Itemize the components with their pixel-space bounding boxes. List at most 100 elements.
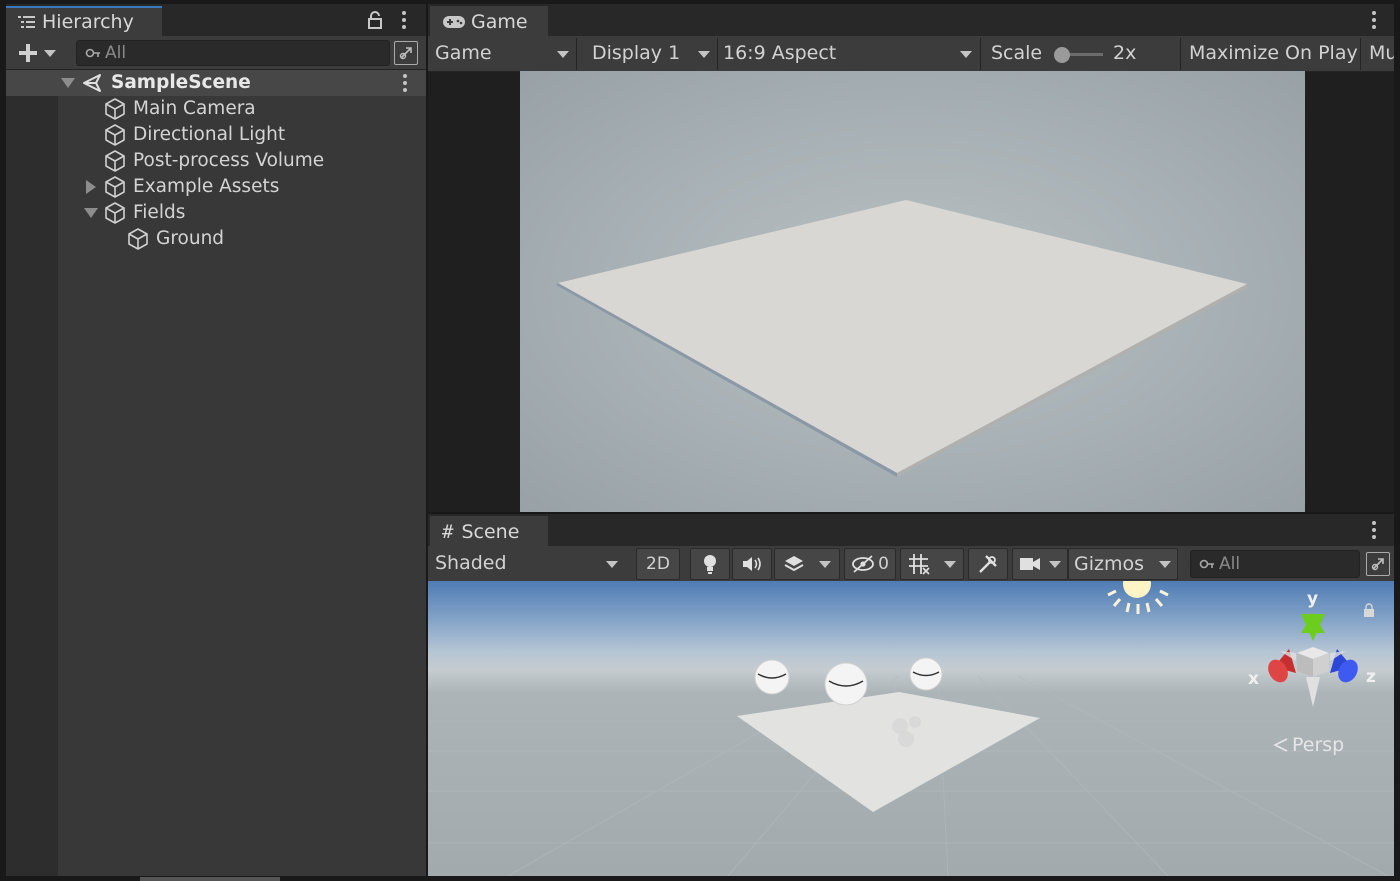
tools-button[interactable] [968, 548, 1008, 580]
hidden-objects-button[interactable]: 0 [844, 548, 896, 580]
list-item-label: Ground [156, 228, 225, 249]
tab-scene[interactable]: # Scene [430, 516, 548, 546]
divider [980, 38, 981, 70]
audio-toggle-button[interactable] [732, 548, 772, 580]
gameobject-cube-icon [105, 98, 125, 120]
video-camera-icon [1020, 558, 1040, 570]
lighting-toggle-button[interactable] [690, 548, 730, 580]
chevron-down-icon [1159, 561, 1171, 568]
divider [717, 38, 718, 70]
chevron-down-icon [606, 561, 618, 568]
list-item[interactable]: Fields [6, 200, 426, 226]
eye-slash-icon [852, 555, 874, 573]
scene-search-placeholder: All [1219, 554, 1241, 574]
game-panel: Game Game Display 1 16:9 Aspect Scale 2x… [428, 4, 1394, 512]
list-item[interactable]: Ground [6, 226, 426, 252]
list-item-label: Directional Light [133, 124, 286, 145]
search-icon [85, 48, 100, 58]
divider [576, 38, 577, 70]
scene-panel: # Scene Shaded 2D 0 Gizmos All y x z Per… [428, 514, 1394, 876]
scene-toolbar: Shaded 2D 0 Gizmos All [428, 546, 1394, 582]
aspect-dropdown[interactable]: 16:9 Aspect [723, 42, 836, 64]
list-item-label: Example Assets [133, 176, 280, 197]
hierarchy-toolbar: All [6, 36, 426, 70]
game-tabbar: Game [428, 4, 1394, 36]
scene-header-row[interactable]: SampleScene [6, 70, 426, 96]
bottom-scrollbar[interactable] [140, 877, 280, 881]
gizmos-label: Gizmos [1074, 553, 1145, 575]
scale-value: 2x [1113, 42, 1137, 64]
speaker-icon [743, 557, 761, 571]
camera-settings-button[interactable] [1012, 548, 1068, 580]
scene-tabbar: # Scene [428, 514, 1394, 546]
maximize-on-play-toggle[interactable]: Maximize On Play [1189, 42, 1358, 64]
scene-panel-menu-icon[interactable] [1364, 518, 1384, 542]
axis-label-y: y [1307, 589, 1319, 609]
collapse-arrow[interactable] [84, 208, 98, 218]
scene-view-drawing [428, 581, 1394, 876]
hierarchy-tab-label: Hierarchy [42, 11, 134, 33]
list-item-label: Fields [133, 202, 186, 223]
divider [1180, 38, 1181, 70]
hierarchy-panel: Hierarchy All SampleScene Main Camera Di… [6, 4, 426, 876]
toggle-2d-label: 2D [646, 554, 670, 574]
plus-icon [19, 44, 37, 62]
tools-icon [979, 555, 997, 573]
mute-audio-toggle[interactable]: Mu [1369, 42, 1394, 64]
hierarchy-search-input[interactable]: All [76, 40, 390, 66]
tab-game[interactable]: Game [430, 6, 548, 36]
tab-hierarchy[interactable]: Hierarchy [6, 6, 162, 36]
effects-toggle-button[interactable] [774, 548, 840, 580]
chevron-down-icon [819, 560, 831, 568]
scene-search-input[interactable]: All [1190, 550, 1360, 578]
chevron-down-icon [1049, 560, 1061, 568]
chevron-down-icon [44, 49, 56, 57]
grid-snap-button[interactable] [900, 548, 964, 580]
list-item[interactable]: Main Camera [6, 96, 426, 122]
shading-mode-dropdown[interactable]: Shaded [435, 552, 507, 574]
scene-expand-arrow[interactable] [61, 78, 75, 88]
list-item[interactable]: Directional Light [6, 122, 426, 148]
lightbulb-icon [704, 555, 716, 574]
divider [1360, 38, 1361, 70]
gameobject-cube-icon [128, 228, 148, 250]
search-options-icon [1371, 558, 1384, 571]
chevron-down-icon [557, 51, 569, 58]
game-menu-icon[interactable] [1364, 8, 1384, 32]
unity-scene-icon [83, 74, 101, 92]
gizmos-button[interactable]: Gizmos [1068, 548, 1178, 580]
scene-search-options-button[interactable] [1366, 552, 1390, 576]
search-icon [1199, 559, 1214, 569]
list-item[interactable]: Example Assets [6, 174, 426, 200]
game-view-dropdown[interactable]: Game [435, 42, 492, 64]
gameobject-cube-icon [105, 124, 125, 146]
projection-label: Persp [1292, 734, 1345, 756]
scene-menu-icon[interactable] [395, 72, 415, 94]
scale-label: Scale [991, 42, 1043, 64]
orientation-gizmo [1268, 613, 1358, 707]
lock-icon[interactable] [368, 11, 382, 29]
scale-slider-handle[interactable] [1054, 47, 1070, 63]
gamepad-icon [443, 16, 465, 28]
list-item[interactable]: Post-process Volume [6, 148, 426, 174]
display-dropdown[interactable]: Display 1 [592, 42, 680, 64]
scene-name: SampleScene [111, 72, 251, 93]
toggle-2d-button[interactable]: 2D [636, 548, 680, 580]
hierarchy-search-options-button[interactable] [394, 41, 418, 65]
chevron-down-icon [698, 51, 710, 58]
gizmo-lock-icon [1364, 603, 1374, 617]
expand-arrow[interactable] [86, 180, 96, 194]
game-tab-label: Game [471, 11, 528, 33]
gameobject-cube-icon [105, 150, 125, 172]
scene-viewport[interactable]: y x z Persp [428, 581, 1394, 876]
sun-icon [1107, 581, 1169, 614]
game-viewport[interactable] [520, 71, 1305, 512]
game-toolbar: Game Display 1 16:9 Aspect Scale 2x Maxi… [428, 36, 1394, 72]
hierarchy-list-icon [18, 16, 35, 28]
projection-toggle[interactable]: Persp [1272, 734, 1344, 756]
create-button[interactable] [12, 40, 62, 66]
chevron-down-icon [960, 51, 972, 58]
hierarchy-tabbar: Hierarchy [6, 4, 426, 36]
scene-tab-label: Scene [461, 521, 520, 543]
hierarchy-menu-icon[interactable] [394, 8, 414, 32]
